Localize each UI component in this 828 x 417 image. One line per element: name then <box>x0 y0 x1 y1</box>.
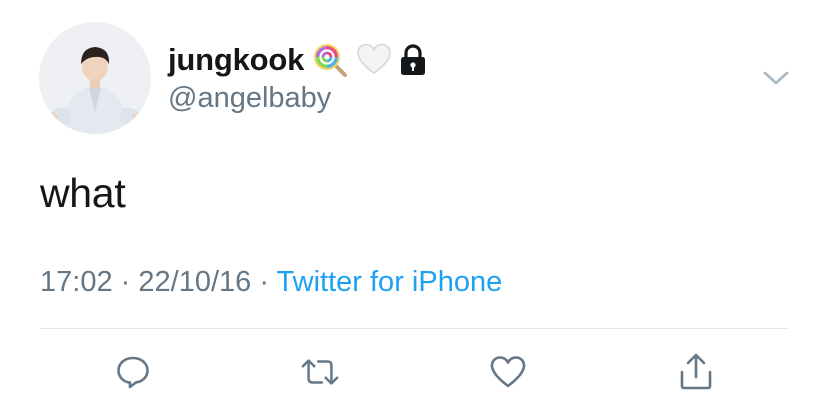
avatar[interactable] <box>39 22 151 134</box>
user-handle[interactable]: @angelbaby <box>168 82 331 115</box>
like-icon <box>490 356 526 388</box>
share-button[interactable] <box>676 352 716 392</box>
white-heart-icon <box>356 42 392 78</box>
retweet-button[interactable] <box>300 352 340 392</box>
tweet-text: what <box>40 170 126 216</box>
lollipop-icon <box>312 42 348 78</box>
meta-separator: · <box>259 266 269 298</box>
tweet-time[interactable]: 17:02 <box>40 266 113 298</box>
chevron-down-icon[interactable] <box>760 66 792 90</box>
avatar-image <box>39 22 151 134</box>
author-name-row: jungkook <box>168 40 428 80</box>
share-icon <box>680 353 712 390</box>
reply-button[interactable] <box>113 352 153 392</box>
display-name[interactable]: jungkook <box>168 42 304 78</box>
tweet-date[interactable]: 22/10/16 <box>138 266 251 298</box>
retweet-icon <box>301 359 339 385</box>
reply-icon <box>117 356 149 389</box>
divider <box>40 328 788 329</box>
like-button[interactable] <box>488 352 528 392</box>
tweet-source-link[interactable]: Twitter for iPhone <box>277 266 503 298</box>
tweet-meta: 17:02 · 22/10/16 · Twitter for iPhone <box>40 266 502 299</box>
lock-icon <box>398 42 428 78</box>
meta-separator: · <box>120 266 131 298</box>
tweet-card: jungkook @angelbaby what 17:02 · 22/10/1… <box>0 0 828 417</box>
